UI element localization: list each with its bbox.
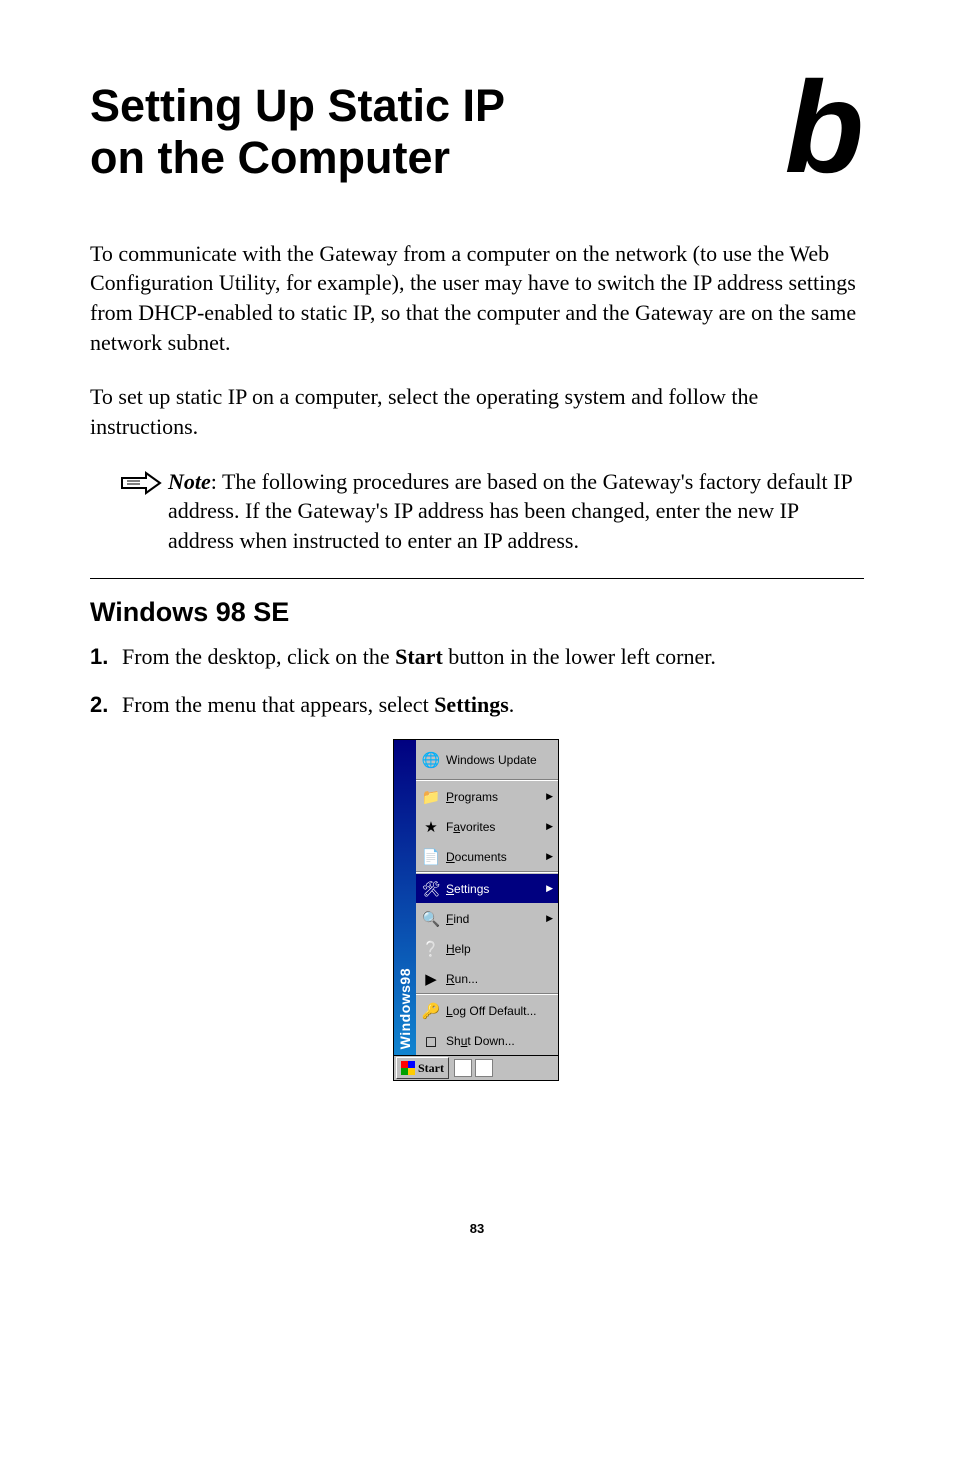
menu-item-label: Log Off Default... [446, 1004, 537, 1018]
start-menu-figure: Windows98 🌐 Windows Update 📁 Programs ▶ ★ Favo… [393, 739, 561, 1081]
menu-item-label: Favorites [446, 820, 495, 834]
note-body: : The following procedures are based on … [168, 469, 852, 553]
menu-item-label: Windows Update [446, 753, 537, 767]
intro-paragraph-2: To set up static IP on a computer, selec… [90, 382, 864, 441]
menu-item-shut-down[interactable]: ◻ Shut Down... [416, 1025, 558, 1055]
start-button[interactable]: Start [396, 1057, 449, 1079]
quick-launch-icon[interactable] [454, 1059, 472, 1077]
start-menu: Windows98 🌐 Windows Update 📁 Programs ▶ ★ Favo… [393, 739, 559, 1056]
submenu-arrow-icon: ▶ [546, 821, 553, 832]
start-menu-sidebar-label: Windows98 [397, 968, 413, 1049]
menu-item-icon: ❔ [420, 938, 442, 960]
intro-paragraph-1: To communicate with the Gateway from a c… [90, 239, 864, 358]
start-menu-sidebar: Windows98 [394, 740, 416, 1055]
note-text: Note: The following procedures are based… [168, 467, 864, 556]
step-number: 2. [90, 690, 122, 721]
menu-item-programs[interactable]: 📁 Programs ▶ [416, 781, 558, 811]
menu-item-label: Run... [446, 972, 478, 986]
menu-item-label: Help [446, 942, 471, 956]
menu-item-icon: 🌐 [420, 749, 442, 771]
menu-item-icon: 🔑 [420, 1000, 442, 1022]
menu-item-icon: ◻ [420, 1030, 442, 1052]
start-button-label: Start [418, 1061, 444, 1076]
quick-launch [454, 1059, 493, 1077]
note-label: Note [168, 469, 211, 494]
windows-flag-icon [401, 1061, 415, 1075]
menu-item-icon: ▶ [420, 968, 442, 990]
menu-item-icon: 📄 [420, 846, 442, 868]
submenu-arrow-icon: ▶ [546, 913, 553, 924]
chapter-title-line2: on the Computer [90, 132, 450, 183]
menu-item-run[interactable]: ▶ Run... [416, 963, 558, 993]
page-number: 83 [90, 1221, 864, 1236]
submenu-arrow-icon: ▶ [546, 851, 553, 862]
note-block: Note: The following procedures are based… [120, 467, 864, 556]
menu-item-label: Shut Down... [446, 1034, 515, 1048]
chapter-letter: b [785, 72, 864, 183]
taskbar: Start [393, 1056, 559, 1081]
quick-launch-icon[interactable] [475, 1059, 493, 1077]
start-menu-items: 🌐 Windows Update 📁 Programs ▶ ★ Favorites ▶ 📄 Doc… [416, 740, 558, 1055]
step-number: 1. [90, 642, 122, 673]
section-heading: Windows 98 SE [90, 597, 864, 628]
chapter-title-line1: Setting Up Static IP [90, 80, 505, 131]
steps-list: 1. From the desktop, click on the Start … [90, 642, 864, 722]
step-1: 1. From the desktop, click on the Start … [90, 642, 864, 673]
submenu-arrow-icon: ▶ [546, 883, 553, 894]
step-2: 2. From the menu that appears, select Se… [90, 690, 864, 721]
submenu-arrow-icon: ▶ [546, 791, 553, 802]
menu-item-documents[interactable]: 📄 Documents ▶ [416, 841, 558, 871]
menu-item-label: Find [446, 912, 469, 926]
menu-item-log-off-default[interactable]: 🔑 Log Off Default... [416, 995, 558, 1025]
note-icon [120, 471, 162, 504]
menu-item-label: Programs [446, 790, 498, 804]
menu-item-settings[interactable]: 🛠 Settings ▶ [416, 873, 558, 903]
section-divider [90, 578, 864, 579]
menu-item-windows-update[interactable]: 🌐 Windows Update [416, 740, 558, 779]
menu-item-find[interactable]: 🔍 Find ▶ [416, 903, 558, 933]
menu-item-label: Documents [446, 850, 507, 864]
menu-item-icon: 📁 [420, 786, 442, 808]
step-text: From the menu that appears, select Setti… [122, 690, 514, 721]
menu-item-icon: 🛠 [420, 878, 442, 900]
chapter-title: Setting Up Static IP on the Computer [90, 80, 505, 184]
menu-item-icon: ★ [420, 816, 442, 838]
menu-item-icon: 🔍 [420, 908, 442, 930]
menu-item-help[interactable]: ❔ Help [416, 933, 558, 963]
step-text: From the desktop, click on the Start but… [122, 642, 716, 673]
menu-item-label: Settings [446, 882, 489, 896]
menu-item-favorites[interactable]: ★ Favorites ▶ [416, 811, 558, 841]
